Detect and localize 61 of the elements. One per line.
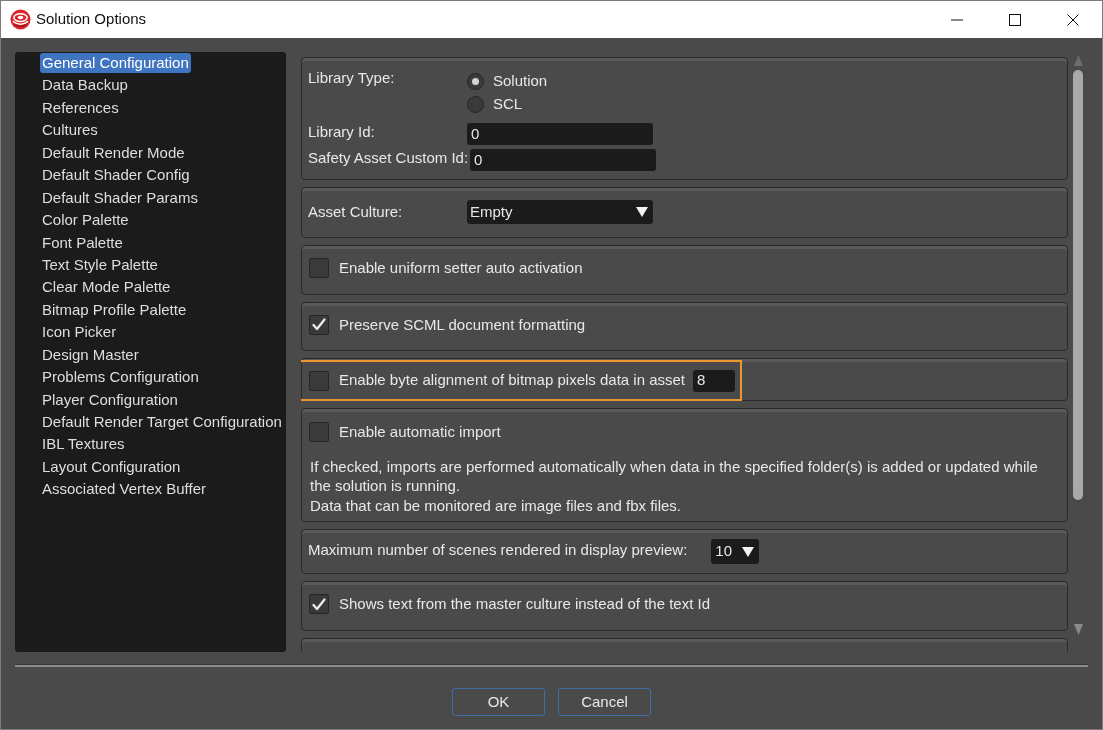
- description-text: If checked, imports are performed automatically when data in the specified folder(s) is added or updated while the solution is running.: [310, 456, 1039, 496]
- radio-dot-icon: [472, 78, 479, 85]
- field-label: Library Id:: [308, 123, 376, 141]
- sidebar-item[interactable]: Design Master: [40, 344, 141, 365]
- checkbox[interactable]: [309, 370, 329, 391]
- sidebar-item[interactable]: General Configuration: [40, 53, 191, 73]
- option-label: Solution: [493, 71, 548, 92]
- sidebar-item[interactable]: Font Palette: [40, 232, 125, 253]
- checkbox[interactable]: [309, 314, 329, 335]
- sidebar-item[interactable]: Layout Configuration: [40, 456, 183, 477]
- option-label: SCL: [493, 94, 523, 115]
- sidebar-item[interactable]: Data Backup: [40, 75, 130, 96]
- sidebar-item[interactable]: Default Shader Config: [40, 165, 192, 186]
- sidebar-item[interactable]: Icon Picker: [40, 322, 119, 343]
- text-field[interactable]: 8: [693, 369, 736, 392]
- checkbox-label: Shows text from the master culture instead of the text Id: [339, 594, 710, 614]
- scrollbar-thumb[interactable]: [1073, 70, 1083, 500]
- sidebar-item[interactable]: Player Configuration: [40, 389, 180, 410]
- checkmark-icon: [312, 318, 326, 332]
- sidebar-item[interactable]: Default Render Target Configuration: [40, 412, 284, 432]
- field-label: Library Type:: [308, 69, 396, 87]
- checkbox-label: Preserve SCML document formatting: [339, 314, 586, 335]
- dropdown[interactable]: 10: [711, 539, 760, 564]
- checkbox[interactable]: [309, 258, 329, 279]
- caret-icon: [742, 546, 755, 557]
- field-label: Asset Culture:: [308, 201, 404, 222]
- sidebar-item[interactable]: Bitmap Profile Palette: [40, 299, 189, 320]
- dialog-button[interactable]: Cancel: [558, 688, 651, 716]
- dropdown[interactable]: Empty: [467, 200, 653, 224]
- sidebar-item[interactable]: Default Shader Params: [40, 187, 200, 208]
- checkmark-icon: [312, 597, 326, 611]
- checkbox-label: Enable byte alignment of bitmap pixels data in asset: [339, 370, 686, 391]
- field-label: Maximum number of scenes rendered in display preview:: [308, 539, 688, 560]
- checkbox-label: Enable automatic import: [339, 422, 501, 442]
- checkbox[interactable]: [309, 594, 329, 615]
- maximize-icon: [1009, 13, 1021, 26]
- sidebar-item[interactable]: Default Render Mode: [40, 142, 187, 163]
- radio-button[interactable]: [467, 96, 484, 113]
- sidebar-item[interactable]: IBL Textures: [40, 434, 127, 455]
- checkbox[interactable]: [309, 422, 329, 443]
- sidebar-item[interactable]: Color Palette: [40, 210, 131, 231]
- caret-icon: [636, 207, 648, 217]
- sidebar-item[interactable]: Problems Configuration: [40, 367, 201, 388]
- checkbox-label: Enable uniform setter auto activation: [339, 258, 583, 278]
- scroll-up-icon[interactable]: [1073, 55, 1083, 66]
- text-field[interactable]: 0: [470, 149, 657, 171]
- field-label: Safety Asset Custom Id:: [308, 149, 470, 167]
- sidebar-item[interactable]: References: [40, 97, 121, 118]
- sidebar-item[interactable]: Clear Mode Palette: [40, 277, 173, 298]
- sidebar-item[interactable]: Cultures: [40, 120, 100, 141]
- sidebar-item[interactable]: Text Style Palette: [40, 254, 160, 275]
- app-logo-icon: [10, 9, 31, 30]
- close-icon: [1067, 13, 1079, 26]
- text-field[interactable]: 0: [467, 123, 653, 145]
- radio-button[interactable]: [467, 73, 484, 90]
- window-title: Solution Options: [36, 9, 147, 30]
- description-text: Data that can be monitored are image files and fbx files.: [310, 495, 683, 515]
- scroll-down-icon[interactable]: [1073, 624, 1083, 635]
- dialog-button[interactable]: OK: [452, 688, 545, 716]
- sidebar-item[interactable]: Associated Vertex Buffer: [40, 479, 208, 500]
- minimize-icon: [951, 18, 963, 21]
